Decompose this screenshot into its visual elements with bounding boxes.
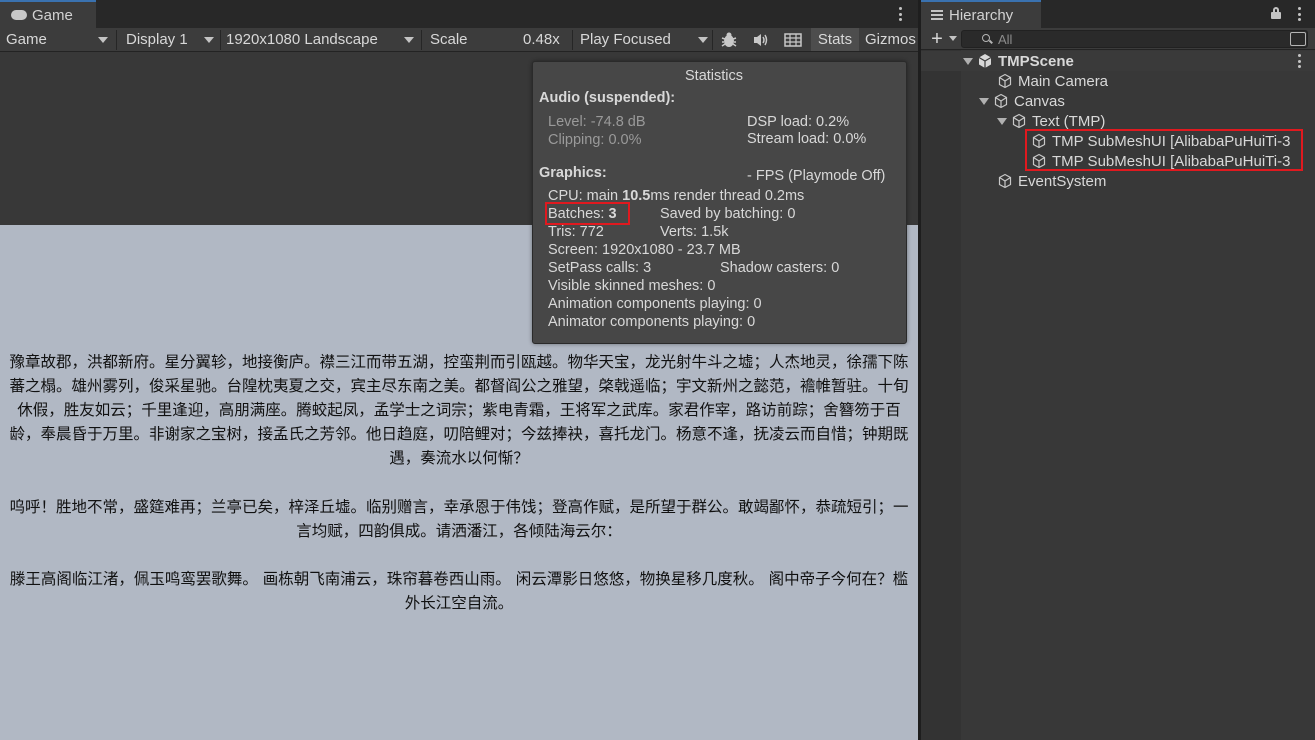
saved-by-batching: Saved by batching: 0 bbox=[660, 206, 796, 222]
gameobject-icon bbox=[997, 73, 1013, 89]
game-tab-label: Game bbox=[32, 6, 73, 24]
bug-icon[interactable] bbox=[717, 28, 741, 51]
dsp-load: DSP load: 0.2% bbox=[747, 114, 850, 130]
audio-level: Level: -74.8 dB bbox=[548, 114, 646, 130]
scale-label: Scale bbox=[430, 31, 468, 48]
hierarchy-item-eventsystem[interactable]: EventSystem bbox=[921, 171, 1315, 191]
fps-readout: - FPS (Playmode Off) bbox=[747, 168, 886, 184]
shadow-casters-readout: Shadow casters: 0 bbox=[720, 260, 840, 276]
animator-components-readout: Animator components playing: 0 bbox=[548, 314, 756, 330]
play-mode-dropdown[interactable]: Play Focused bbox=[580, 28, 710, 51]
chevron-down-icon bbox=[204, 37, 214, 43]
game-panel-menu-icon[interactable] bbox=[893, 5, 907, 23]
hierarchy-tab-strip: Hierarchy bbox=[921, 0, 1315, 28]
game-tab-strip: Game bbox=[0, 0, 918, 28]
graphics-header: Graphics: bbox=[539, 165, 607, 181]
hierarchy-search[interactable] bbox=[961, 30, 1308, 48]
screen-readout: Screen: 1920x1080 - 23.7 MB bbox=[548, 242, 741, 258]
game-tab[interactable]: Game bbox=[0, 0, 96, 28]
foldout-arrow-icon[interactable] bbox=[963, 57, 973, 65]
statistics-title: Statistics bbox=[685, 68, 744, 84]
chevron-down-icon bbox=[404, 37, 414, 43]
unity-scene-icon bbox=[977, 53, 993, 69]
audio-header: Audio (suspended): bbox=[539, 90, 676, 106]
hierarchy-item-label: Text (TMP) bbox=[1032, 112, 1106, 130]
chevron-down-icon bbox=[98, 37, 108, 43]
search-icon bbox=[982, 34, 990, 42]
statistics-panel: Statistics Audio (suspended): Level: -74… bbox=[532, 61, 907, 344]
hierarchy-item-label: EventSystem bbox=[1018, 172, 1107, 190]
grid-icon[interactable] bbox=[781, 28, 805, 51]
chevron-down-icon bbox=[698, 37, 708, 43]
display-label: Display 1 bbox=[126, 31, 188, 48]
stream-load: Stream load: 0.0% bbox=[747, 131, 867, 147]
text-paragraph-3: 滕王高阁临江渚，佩玉鸣鸾罢歌舞。 画栋朝飞南浦云，珠帘暮卷西山雨。 闲云潭影日悠… bbox=[9, 570, 909, 612]
resolution-label: 1920x1080 Landscape bbox=[226, 31, 378, 48]
scene-row[interactable]: TMPScene bbox=[921, 51, 1315, 71]
animation-components-readout: Animation components playing: 0 bbox=[548, 296, 762, 312]
hierarchy-menu-icon[interactable] bbox=[1292, 5, 1306, 23]
resolution-dropdown[interactable]: 1920x1080 Landscape bbox=[226, 28, 416, 51]
gamepad-icon bbox=[10, 9, 28, 21]
hierarchy-item-text-tmp[interactable]: Text (TMP) bbox=[921, 111, 1315, 131]
game-toolbar: Game Display 1 1920x1080 Landscape Scale… bbox=[0, 28, 918, 74]
stats-button[interactable]: Stats bbox=[811, 28, 859, 51]
foldout-arrow-icon[interactable] bbox=[997, 117, 1007, 125]
chevron-down-icon[interactable] bbox=[949, 36, 957, 41]
add-object-button[interactable]: + bbox=[928, 29, 946, 49]
scale-value: 0.48x bbox=[523, 31, 560, 48]
search-filter-icon[interactable] bbox=[1290, 32, 1306, 46]
scene-menu-icon[interactable] bbox=[1292, 52, 1306, 70]
text-paragraph-2: 呜呼！胜地不常，盛筵难再；兰亭已矣，梓泽丘墟。临别赠言，幸承恩于伟饯；登高作赋，… bbox=[9, 498, 909, 540]
view-mode-label: Game bbox=[6, 31, 47, 48]
text-paragraph-1: 豫章故郡，洪都新府。星分翼轸，地接衡庐。襟三江而带五湖，控蛮荆而引瓯越。物华天宝… bbox=[9, 353, 909, 467]
batches-highlight-box bbox=[545, 202, 630, 225]
speaker-icon[interactable] bbox=[749, 28, 773, 51]
submesh-highlight-box bbox=[1025, 129, 1303, 171]
hierarchy-item-label: Main Camera bbox=[1018, 72, 1109, 90]
gameobject-icon bbox=[997, 173, 1013, 189]
setpass-readout: SetPass calls: 3 bbox=[548, 260, 652, 276]
game-panel: Game Game Display 1 1920x1080 Landscape … bbox=[0, 0, 918, 740]
hierarchy-item-label: Canvas bbox=[1014, 92, 1065, 110]
hierarchy-item-canvas[interactable]: Canvas bbox=[921, 91, 1315, 111]
play-mode-label: Play Focused bbox=[580, 31, 671, 48]
display-dropdown[interactable]: Display 1 bbox=[126, 28, 216, 51]
hierarchy-tab-label: Hierarchy bbox=[949, 6, 1014, 24]
cpu-suffix: ms render thread 0.2ms bbox=[650, 188, 805, 204]
gizmos-button[interactable]: Gizmos bbox=[865, 28, 916, 51]
hierarchy-toolbar: + bbox=[921, 28, 1315, 50]
list-icon bbox=[931, 10, 943, 20]
audio-clipping: Clipping: 0.0% bbox=[548, 132, 642, 148]
gameobject-icon bbox=[1011, 113, 1027, 129]
hierarchy-item-main-camera[interactable]: Main Camera bbox=[921, 71, 1315, 91]
hierarchy-panel: Hierarchy + TMPScene Main Camera Canvas bbox=[921, 0, 1315, 740]
foldout-arrow-icon[interactable] bbox=[979, 97, 989, 105]
search-input[interactable] bbox=[998, 31, 1258, 47]
gameobject-icon bbox=[993, 93, 1009, 109]
skinned-meshes-readout: Visible skinned meshes: 0 bbox=[548, 278, 716, 294]
verts-readout: Verts: 1.5k bbox=[660, 224, 729, 240]
lock-icon[interactable] bbox=[1271, 7, 1281, 19]
hierarchy-tab[interactable]: Hierarchy bbox=[921, 0, 1041, 28]
view-mode-dropdown[interactable]: Game bbox=[6, 28, 112, 51]
tris-readout: Tris: 772 bbox=[548, 224, 604, 240]
scene-name: TMPScene bbox=[998, 52, 1074, 70]
